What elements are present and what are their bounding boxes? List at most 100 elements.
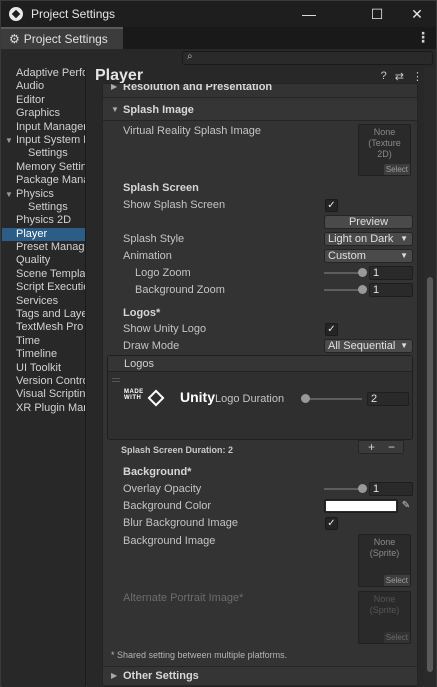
sidebar-item[interactable]: Package Manager	[2, 174, 85, 187]
sidebar-item-label: XR Plugin Management	[16, 401, 85, 414]
sidebar-item-label: Settings	[28, 147, 68, 160]
overlay-opacity-knob[interactable]	[358, 484, 367, 493]
search-input[interactable]: ⌕	[182, 51, 433, 65]
maximize-button[interactable]: ☐	[359, 1, 395, 27]
sidebar-item[interactable]: Preset Manager	[2, 241, 85, 254]
sidebar-item[interactable]: TextMesh Pro	[2, 321, 85, 334]
sidebar-item[interactable]: Player	[2, 227, 85, 242]
draw-mode-dropdown[interactable]: All Sequential ▼	[324, 339, 413, 353]
animation-dropdown[interactable]: Custom ▼	[324, 249, 413, 263]
sidebar-item[interactable]: Memory Settings	[2, 161, 85, 174]
section-resolution[interactable]: ▶ Resolution and Presentation	[103, 84, 417, 98]
settings-panel: ▶ Resolution and Presentation ▼ Splash I…	[102, 83, 418, 687]
presets-icon[interactable]: ⇄	[395, 70, 404, 83]
sidebar-item-label: Package Manager	[16, 174, 85, 187]
animation-value: Custom	[328, 250, 366, 262]
alt-portrait-label: Alternate Portrait Image*	[123, 592, 244, 604]
chevron-down-icon: ▼	[400, 341, 408, 350]
chevron-down-icon[interactable]: ▼	[5, 134, 13, 147]
sidebar-item[interactable]: Input Manager	[2, 121, 85, 134]
bg-zoom-knob[interactable]	[358, 285, 367, 294]
bg-image-select[interactable]: Select	[383, 575, 410, 586]
sidebar-item-label: Visual Scripting	[16, 388, 86, 401]
sidebar-item[interactable]: Editor	[2, 94, 85, 107]
scrollbar-thumb[interactable]	[427, 277, 433, 672]
sidebar-item[interactable]: Scene Template	[2, 268, 85, 281]
splash-style-value: Light on Dark	[328, 233, 394, 245]
tab-bar: ⚙ Project Settings ⋮	[1, 27, 436, 49]
sidebar-item-label: Adaptive Performance	[16, 67, 86, 79]
eyedropper-icon[interactable]: ✎	[399, 499, 413, 513]
logo-duration-knob[interactable]	[301, 394, 310, 403]
chevron-down-icon: ▼	[111, 105, 119, 114]
tab-project-settings[interactable]: ⚙ Project Settings	[1, 27, 123, 49]
sidebar-item[interactable]: Adaptive Performance	[2, 67, 85, 80]
logo-zoom-knob[interactable]	[358, 268, 367, 277]
sidebar-item[interactable]: Tags and Layers	[2, 308, 85, 321]
sidebar-item-label: Input Manager	[16, 120, 86, 133]
sidebar-item-label: Scene Template	[16, 267, 86, 280]
drag-handle-icon[interactable]	[112, 378, 120, 382]
bg-zoom-label: Background Zoom	[135, 284, 225, 296]
sidebar-item[interactable]: ▼ Physics	[2, 188, 85, 201]
sidebar-item-label: Timeline	[16, 348, 58, 361]
sidebar-item[interactable]: UI Toolkit	[2, 362, 85, 375]
chevron-down-icon[interactable]: ▼	[5, 188, 13, 201]
minimize-button[interactable]: —	[291, 1, 327, 27]
overlay-opacity-field[interactable]: 1	[369, 482, 413, 496]
show-unity-logo-label: Show Unity Logo	[123, 323, 207, 335]
sidebar-item[interactable]: Audio	[2, 80, 85, 93]
chevron-down-icon: ▼	[400, 234, 408, 243]
bg-zoom-field[interactable]: 1	[369, 283, 413, 297]
vr-splash-value: None (Texture 2D)	[368, 127, 401, 159]
logos-list-title: Logos	[124, 358, 154, 370]
bg-image-label: Background Image	[123, 535, 216, 547]
logo-duration-field[interactable]: 2	[367, 392, 409, 406]
sidebar-item[interactable]: Settings	[2, 147, 85, 160]
sidebar-item[interactable]: Settings	[2, 201, 85, 214]
bg-color-field[interactable]	[324, 499, 398, 513]
gear-icon: ⚙	[9, 32, 20, 46]
logo-zoom-field[interactable]: 1	[369, 266, 413, 280]
tab-menu-icon[interactable]: ⋮	[416, 29, 430, 46]
add-logo-button[interactable]: +	[368, 440, 375, 454]
splash-duration-text: Splash Screen Duration: 2	[121, 445, 234, 455]
background-heading: Background*	[123, 466, 192, 478]
unity-logo-word: Unity	[180, 389, 215, 405]
sidebar-item[interactable]: Time	[2, 335, 85, 348]
sidebar-item[interactable]: Timeline	[2, 348, 85, 361]
show-splash-checkbox[interactable]: ✓	[325, 199, 338, 212]
settings-sidebar: Adaptive PerformanceAudioEditorGraphicsI…	[2, 67, 86, 687]
splash-style-dropdown[interactable]: Light on Dark ▼	[324, 232, 413, 246]
vr-splash-select[interactable]: Select	[383, 164, 410, 175]
preview-button[interactable]: Preview	[324, 215, 413, 229]
sidebar-item-label: TextMesh Pro	[16, 321, 84, 334]
sidebar-item[interactable]: Visual Scripting	[2, 388, 85, 401]
sidebar-item[interactable]: Script Execution Order	[2, 281, 85, 294]
sidebar-item[interactable]: Services	[2, 295, 85, 308]
main-scrollbar[interactable]	[424, 67, 436, 687]
menu-icon[interactable]: ⋮	[412, 70, 423, 83]
help-icon[interactable]: ?	[381, 70, 387, 83]
logo-duration-slider[interactable]	[304, 398, 362, 400]
show-unity-logo-checkbox[interactable]: ✓	[325, 323, 338, 336]
blur-bg-checkbox[interactable]: ✓	[325, 517, 338, 530]
vr-splash-field[interactable]: None (Texture 2D) Select	[358, 124, 411, 176]
section-splash-image[interactable]: ▼ Splash Image	[103, 101, 417, 121]
close-button[interactable]: ✕	[399, 1, 435, 27]
sidebar-item[interactable]: Physics 2D	[2, 214, 85, 227]
sidebar-item[interactable]: Version Control	[2, 375, 85, 388]
bg-image-field[interactable]: None (Sprite) Select	[358, 534, 411, 587]
section-other-settings[interactable]: ▶ Other Settings	[103, 666, 417, 686]
sidebar-item[interactable]: XR Plugin Management	[2, 402, 85, 415]
sidebar-item[interactable]: ▼Input System Package	[2, 134, 85, 147]
alt-portrait-value: None (Sprite)	[369, 594, 400, 615]
animation-label: Animation	[123, 250, 172, 262]
tab-label: Project Settings	[23, 32, 108, 46]
sidebar-item[interactable]: Graphics	[2, 107, 85, 120]
bg-color-label: Background Color	[123, 500, 212, 512]
remove-logo-button[interactable]: −	[388, 440, 395, 454]
blur-bg-label: Blur Background Image	[123, 517, 238, 529]
project-settings-window: Project Settings — ☐ ✕ ⚙ Project Setting…	[0, 0, 437, 687]
sidebar-item[interactable]: Quality	[2, 254, 85, 267]
